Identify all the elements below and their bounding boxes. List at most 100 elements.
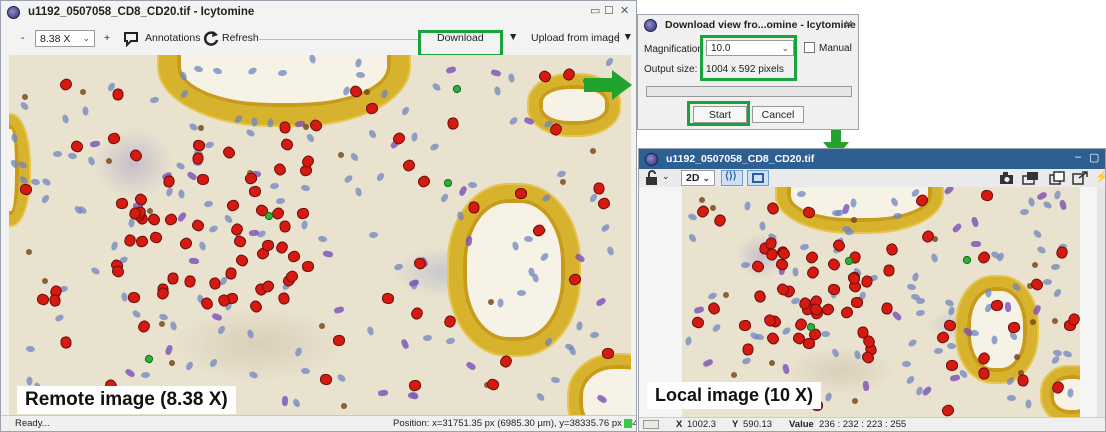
cancel-button[interactable]: Cancel xyxy=(752,106,804,123)
annotated-cell xyxy=(408,379,422,393)
annotated-cell xyxy=(596,196,612,212)
settings-highlight-box xyxy=(700,35,797,81)
tissue-nucleus xyxy=(889,196,899,208)
tissue-nucleus xyxy=(9,158,20,170)
tissue-nucleus xyxy=(354,186,363,197)
tissue-nucleus xyxy=(1042,199,1054,210)
view-mode-select[interactable]: 2D ⌄ xyxy=(681,170,715,186)
tissue-brown-cell xyxy=(340,401,349,410)
tissue-purple-cell xyxy=(522,115,535,126)
dialog-close-icon[interactable]: ✕ xyxy=(844,18,853,31)
tissue-nucleus xyxy=(354,57,363,68)
tissue-nucleus xyxy=(246,328,255,340)
remote-image-canvas[interactable]: Remote image (8.38 X) xyxy=(9,55,631,417)
vertical-scrollbar[interactable] xyxy=(1097,187,1105,417)
tissue-nucleus xyxy=(87,155,97,167)
tissue-nucleus xyxy=(493,86,502,97)
tissue-nucleus xyxy=(946,342,956,350)
annotated-cell xyxy=(196,173,209,186)
zoom-out-button[interactable]: - xyxy=(21,32,25,44)
tissue-nucleus xyxy=(10,133,19,144)
fit-view-button[interactable] xyxy=(747,170,769,186)
maximize-icon[interactable]: ☐ xyxy=(604,4,614,17)
tissue-nucleus xyxy=(523,235,534,243)
tissue-nucleus xyxy=(686,212,698,222)
zoom-select-value: 8.38 X xyxy=(40,32,71,45)
refresh-button[interactable]: Refresh xyxy=(222,32,259,44)
tissue-nucleus xyxy=(853,349,862,360)
tissue-nucleus xyxy=(892,211,903,220)
annotated-cell xyxy=(220,144,238,161)
tissue-nucleus xyxy=(19,100,31,112)
view-mode-value: 2D xyxy=(686,172,700,184)
start-highlight-box xyxy=(687,101,750,126)
lock-dropdown-arrow[interactable]: ⌄ xyxy=(662,171,670,182)
camera-icon[interactable] xyxy=(999,171,1015,185)
minimize-icon[interactable]: ▭ xyxy=(590,4,600,17)
tissue-brown-cell xyxy=(301,123,310,131)
tissue-nucleus xyxy=(127,218,135,228)
zoom-in-button[interactable]: + xyxy=(104,32,110,44)
tissue-nucleus xyxy=(53,313,65,323)
remote-toolbar: - 8.38 X ⌄ + Annotations Refresh Downloa… xyxy=(1,23,636,55)
annotated-cell xyxy=(742,343,755,357)
tissue-nucleus xyxy=(366,325,375,337)
annotated-cell xyxy=(1028,276,1045,293)
tissue-nucleus xyxy=(901,360,911,367)
tissue-nucleus xyxy=(216,324,227,336)
annotated-cell xyxy=(177,235,194,252)
annotated-cell xyxy=(134,234,150,249)
lock-icon[interactable] xyxy=(644,170,662,186)
annotated-cell xyxy=(319,373,334,387)
tissue-nucleus xyxy=(455,211,465,222)
sync-view-button[interactable]: ⟨⟩⟩ xyxy=(721,170,743,186)
tissue-nucleus xyxy=(1035,245,1047,255)
tissue-nucleus xyxy=(343,173,354,185)
local-minimize-icon[interactable]: – xyxy=(1075,151,1081,163)
tissue-brown-cell xyxy=(1050,317,1059,326)
tissue-nucleus xyxy=(246,65,258,76)
annotated-cell xyxy=(128,147,145,164)
more-tools-icon[interactable]: ⚡ xyxy=(1095,170,1105,183)
annotated-cell xyxy=(485,376,501,392)
tissue-nucleus xyxy=(797,190,807,198)
manual-checkbox[interactable] xyxy=(804,42,815,53)
tissue-nucleus xyxy=(550,376,561,384)
annotated-cell-green xyxy=(143,353,154,365)
annotated-cell xyxy=(919,228,936,245)
local-maximize-icon[interactable]: ▢ xyxy=(1089,151,1099,164)
dialog-title: Download view fro...omine - Icytomine xyxy=(665,19,856,31)
annotations-icon[interactable] xyxy=(123,31,141,47)
tissue-purple-cell xyxy=(1032,303,1042,316)
status-text: Ready... xyxy=(15,418,50,429)
tissue-nucleus xyxy=(741,356,752,366)
duplicate-window-icon[interactable] xyxy=(1049,171,1065,185)
download-dropdown-arrow[interactable]: ▼ xyxy=(508,31,518,43)
tissue-nucleus xyxy=(985,288,993,298)
camera-sequence-icon[interactable] xyxy=(1022,171,1040,185)
tissue-nucleus xyxy=(823,391,833,403)
refresh-icon[interactable] xyxy=(202,29,220,47)
tissue-purple-cell xyxy=(595,296,608,307)
tissue-nucleus xyxy=(781,326,793,337)
tissue-purple-cell xyxy=(596,393,608,404)
annotations-button[interactable]: Annotations xyxy=(145,32,200,44)
upload-dropdown-arrow[interactable]: | ▼ xyxy=(617,31,633,43)
annotated-cell xyxy=(1017,374,1029,387)
tissue-nucleus xyxy=(349,151,360,163)
tissue-purple-cell xyxy=(188,257,200,265)
tissue-nucleus xyxy=(393,262,404,272)
external-window-icon[interactable] xyxy=(1072,171,1088,185)
upload-from-image-button[interactable]: Upload from image xyxy=(531,32,620,44)
tissue-nucleus xyxy=(915,309,926,317)
tissue-nucleus xyxy=(208,357,219,369)
tissue-nucleus xyxy=(1062,349,1073,359)
close-icon[interactable]: ✕ xyxy=(620,4,629,17)
tissue-nucleus xyxy=(1010,282,1022,293)
y-label: Y xyxy=(732,419,739,430)
zoom-select[interactable]: 8.38 X ⌄ xyxy=(35,30,95,47)
tissue-nucleus xyxy=(411,132,419,143)
tissue-nucleus xyxy=(375,172,386,183)
tissue-nucleus xyxy=(269,182,280,190)
annotated-cell xyxy=(271,161,288,179)
